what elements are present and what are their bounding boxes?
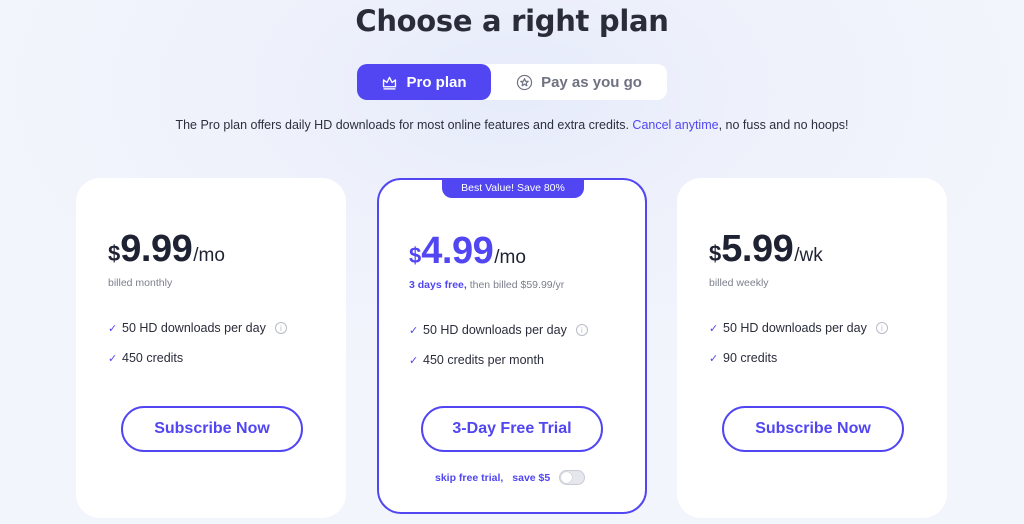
plan-description: The Pro plan offers daily HD downloads f… [0, 118, 1024, 132]
price-amount: 9.99 [120, 228, 193, 270]
cancel-anytime-link[interactable]: Cancel anytime [632, 118, 718, 132]
page-title: Choose a right plan [355, 4, 669, 38]
subscribe-weekly-button[interactable]: Subscribe Now [722, 406, 904, 452]
save-label: save $5 [512, 471, 551, 484]
price-currency: $ [409, 243, 422, 268]
info-icon[interactable]: i [875, 322, 888, 334]
feature-label: 50 HD downloads per day [423, 323, 567, 337]
check-icon: ✓ [709, 322, 719, 335]
feature-label: 450 credits [122, 351, 184, 365]
price-period: /wk [794, 245, 823, 266]
price: $ 5.99 /wk [709, 228, 823, 271]
check-icon: ✓ [108, 322, 118, 335]
tab-pro-plan[interactable]: Pro plan [357, 64, 491, 100]
price-amount: 4.99 [421, 230, 494, 272]
price: $ 9.99 /mo [108, 228, 225, 271]
toggle-knob [561, 472, 573, 483]
price-period: /mo [193, 245, 225, 266]
plan-type-toggle: Pro plan Pay as you go [357, 64, 667, 100]
feature-label: 50 HD downloads per day [723, 321, 867, 335]
subscribe-monthly-button[interactable]: Subscribe Now [121, 406, 303, 452]
check-icon: ✓ [409, 324, 419, 337]
check-icon: ✓ [409, 354, 419, 367]
tab-pro-plan-label: Pro plan [406, 73, 467, 91]
feature-label: 90 credits [723, 351, 778, 365]
price-period: /mo [494, 247, 526, 268]
feature-label: 50 HD downloads per day [122, 321, 266, 335]
billing-note: 3 days free, then billed $59.99/yr [409, 279, 564, 291]
tab-pay-as-you-go-label: Pay as you go [541, 73, 642, 91]
feature-item: ✓ 50 HD downloads per day i [409, 323, 588, 337]
plan-card-weekly: $ 5.99 /wk billed weekly ✓ 50 HD downloa… [677, 178, 947, 518]
free-days-note: 3 days free, [409, 279, 467, 291]
info-icon[interactable]: i [274, 322, 287, 334]
check-icon: ✓ [709, 352, 719, 365]
feature-item: ✓ 50 HD downloads per day i [108, 321, 287, 335]
tab-pay-as-you-go[interactable]: Pay as you go [491, 64, 667, 100]
billing-note: billed weekly [709, 277, 769, 289]
description-text: The Pro plan offers daily HD downloads f… [175, 118, 629, 132]
best-value-badge: Best Value! Save 80% [442, 178, 584, 198]
price-currency: $ [709, 241, 722, 266]
plan-card-yearly: Best Value! Save 80% $ 4.99 /mo 3 days f… [377, 178, 647, 514]
price-currency: $ [108, 241, 121, 266]
skip-trial-label: skip free trial, [435, 471, 504, 484]
feature-item: ✓ 450 credits per month [409, 353, 544, 367]
info-icon[interactable]: i [575, 324, 588, 336]
feature-item: ✓ 50 HD downloads per day i [709, 321, 888, 335]
description-tail: , no fuss and no hoops! [718, 118, 849, 132]
price: $ 4.99 /mo [409, 230, 526, 273]
billing-note: billed monthly [108, 277, 173, 289]
price-amount: 5.99 [721, 228, 794, 270]
feature-item: ✓ 90 credits [709, 351, 777, 365]
skip-trial-row: skip free trial, save $5 [435, 470, 586, 485]
star-circle-icon [516, 74, 533, 90]
free-trial-button[interactable]: 3-Day Free Trial [421, 406, 603, 452]
skip-trial-toggle[interactable] [559, 470, 586, 485]
feature-item: ✓ 450 credits [108, 351, 183, 365]
crown-icon [383, 76, 397, 90]
check-icon: ✓ [108, 352, 118, 365]
plan-card-monthly: $ 9.99 /mo billed monthly ✓ 50 HD downlo… [76, 178, 346, 518]
billing-note-text: then billed $59.99/yr [466, 279, 565, 291]
feature-label: 450 credits per month [423, 353, 544, 367]
